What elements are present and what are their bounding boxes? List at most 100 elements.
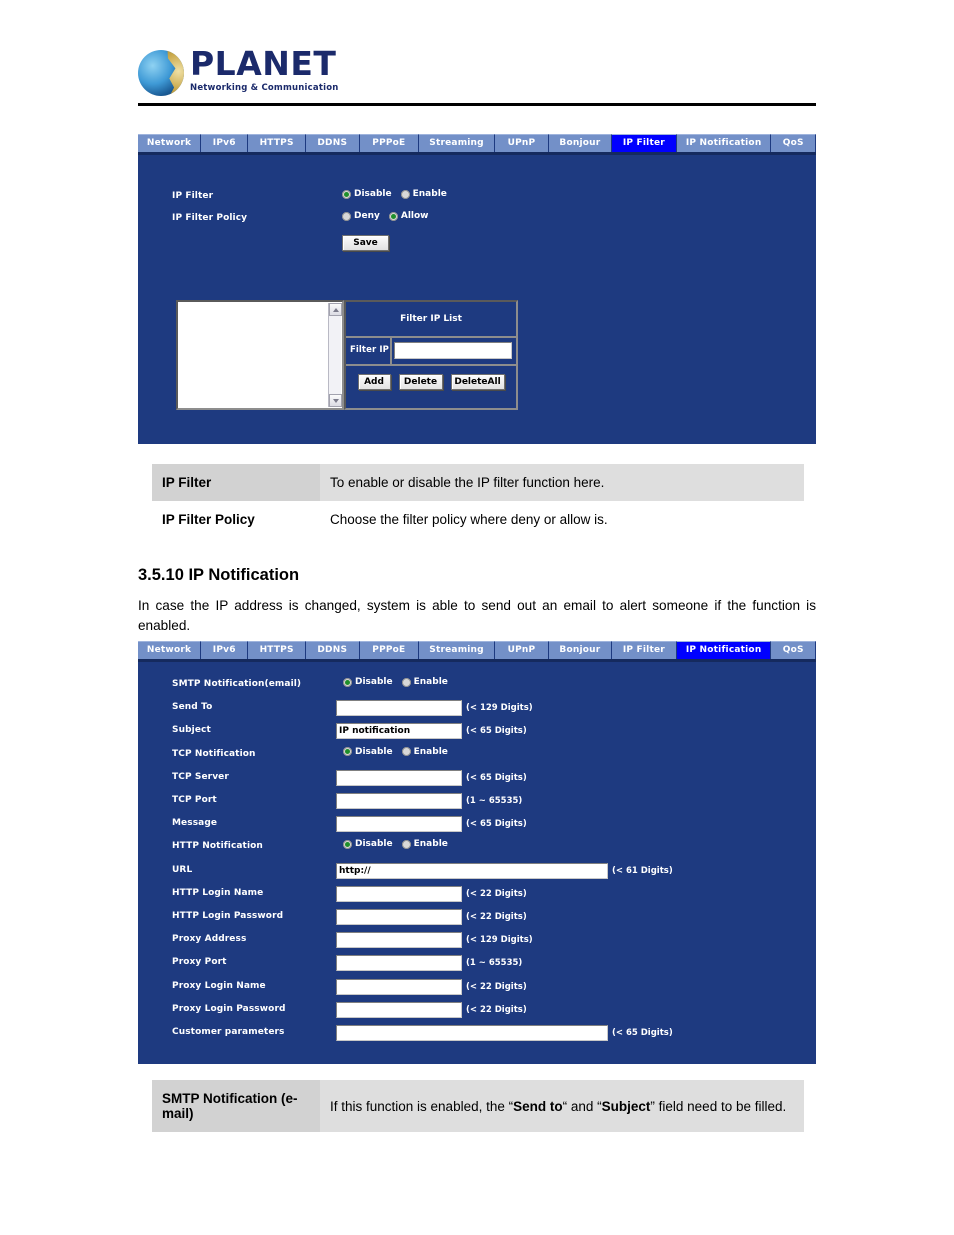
field-hint-http-login-name: (< 22 Digits) xyxy=(466,888,527,899)
nav-tab-upnp[interactable]: UPnP xyxy=(495,641,549,659)
nav-tab-ddns[interactable]: DDNS xyxy=(305,641,360,659)
input-proxy-login-password[interactable] xyxy=(336,1001,462,1018)
radio-label: Allow xyxy=(400,211,429,221)
radio-ip-filter-enable[interactable]: Enable xyxy=(400,189,447,199)
nav-tab-bonjour[interactable]: Bonjour xyxy=(548,134,612,152)
nav-tab-bonjour[interactable]: Bonjour xyxy=(548,641,612,659)
nav-tab-streaming[interactable]: Streaming xyxy=(419,134,496,152)
radio-label: Enable xyxy=(413,746,448,757)
input-tcp-port[interactable] xyxy=(336,793,462,809)
field-label-message: Message xyxy=(172,818,218,829)
filter-ip-input-row: Filter IP xyxy=(346,338,516,364)
desc-emphasis: Send to xyxy=(513,1098,563,1114)
add-button[interactable]: Add xyxy=(357,374,391,390)
nav-tab-ip-notification[interactable]: IP Notification xyxy=(676,134,772,152)
deleteall-button[interactable]: DeleteAll xyxy=(450,374,505,390)
input-http-login-name[interactable] xyxy=(336,885,462,902)
field-label-subject: Subject xyxy=(172,725,211,736)
nav-tab-ipv6[interactable]: IPv6 xyxy=(201,134,249,152)
radio-label: Disable xyxy=(355,746,393,757)
radio-tcp-notification-enable[interactable]: Enable xyxy=(401,746,448,757)
radio-dot-icon[interactable] xyxy=(401,839,411,849)
delete-button[interactable]: Delete xyxy=(398,374,443,390)
field-label-tcp-server: TCP Server xyxy=(172,771,229,782)
scroll-down-icon[interactable] xyxy=(329,394,342,407)
nav-tab-qos[interactable]: QoS xyxy=(771,134,816,152)
header-rule xyxy=(138,103,816,106)
ip-filter-radio-group[interactable]: Disable Enable xyxy=(342,189,447,199)
field-hint-proxy-login-name: (< 22 Digits) xyxy=(466,981,527,992)
field-hint-http-login-password: (< 22 Digits) xyxy=(466,912,527,922)
input-http-login-password[interactable] xyxy=(336,909,462,925)
nav-tab-ip-filter[interactable]: IP Filter xyxy=(611,134,677,152)
field-label-send-to: Send To xyxy=(172,702,213,713)
nav-tab-qos[interactable]: QoS xyxy=(771,641,816,659)
radio-dot-icon[interactable] xyxy=(342,211,351,221)
listbox-scrollbar[interactable] xyxy=(328,303,342,407)
nav-tab-ipv6[interactable]: IPv6 xyxy=(201,641,249,659)
filter-ip-list-title: Filter IP List xyxy=(400,314,462,324)
input-proxy-port[interactable] xyxy=(336,955,462,972)
desc-text: “ and “ xyxy=(562,1098,602,1114)
input-url[interactable] xyxy=(336,862,608,879)
ip-filter-form: IP Filter Disable Enable IP Filter Policy… xyxy=(138,155,816,444)
input-message[interactable] xyxy=(336,816,462,833)
radio-label: Disable xyxy=(355,839,393,850)
field-label-proxy-address: Proxy Address xyxy=(172,934,247,945)
nav-tab-https[interactable]: HTTPS xyxy=(248,641,306,659)
radio-dot-icon[interactable] xyxy=(400,189,410,199)
nav-tab-network[interactable]: Network xyxy=(138,134,202,152)
nav-tab-pppoe[interactable]: PPPoE xyxy=(359,641,420,659)
radio-dot-icon[interactable] xyxy=(343,747,352,757)
field-label-proxy-login-name: Proxy Login Name xyxy=(172,980,266,991)
radio-group-tcp-notification[interactable]: Disable Enable xyxy=(343,747,448,757)
filter-ip-input[interactable] xyxy=(394,342,512,359)
field-hint-url: (< 61 Digits) xyxy=(612,865,673,876)
radio-dot-icon[interactable] xyxy=(401,677,411,687)
nav-tab-pppoe[interactable]: PPPoE xyxy=(359,134,420,152)
radio-dot-icon[interactable] xyxy=(388,211,398,221)
field-hint-proxy-address: (< 129 Digits) xyxy=(466,935,533,946)
radio-dot-icon[interactable] xyxy=(343,839,352,849)
radio-dot-icon[interactable] xyxy=(343,677,352,687)
input-tcp-server[interactable] xyxy=(336,769,462,786)
nav-tab-ddns[interactable]: DDNS xyxy=(305,134,360,152)
nav-tabbar-ip-notification[interactable]: Network IPv6 HTTPS DDNS PPPoE Streaming UPnP Bo… xyxy=(138,641,816,659)
input-proxy-login-name[interactable] xyxy=(336,978,462,995)
filter-ip-list-box: Filter IP List Filter IP Add Delete Delete… xyxy=(344,300,518,410)
filter-ip-buttons[interactable]: Add Delete DeleteAll xyxy=(346,374,516,390)
radio-label: Enable xyxy=(413,677,448,687)
nav-tab-ip-filter[interactable]: IP Filter xyxy=(611,641,677,659)
save-button[interactable]: Save xyxy=(342,235,389,251)
filter-ip-listbox[interactable] xyxy=(176,300,344,410)
nav-tab-network[interactable]: Network xyxy=(138,641,202,659)
input-send-to[interactable] xyxy=(336,700,462,717)
radio-http-notification-disable[interactable]: Disable xyxy=(343,839,393,849)
nav-tab-ip-notification[interactable]: IP Notification xyxy=(676,641,772,659)
nav-tab-streaming[interactable]: Streaming xyxy=(419,641,496,659)
input-proxy-address[interactable] xyxy=(336,932,462,949)
radio-smtp-notification-email-disable[interactable]: Disable xyxy=(343,677,393,687)
radio-smtp-notification-email-enable[interactable]: Enable xyxy=(401,677,448,687)
nav-tab-upnp[interactable]: UPnP xyxy=(495,134,549,152)
ip-filter-policy-radio-group[interactable]: Deny Allow xyxy=(342,211,429,221)
radio-ip-filter-disable[interactable]: Disable xyxy=(342,189,392,199)
radio-label: Enable xyxy=(413,839,448,850)
brand-tagline: Networking & Communication xyxy=(190,83,339,93)
radio-ip-filter-policy-allow[interactable]: Allow xyxy=(388,211,429,221)
field-label-customer-parameters: Customer parameters xyxy=(172,1027,285,1037)
radio-dot-icon[interactable] xyxy=(342,189,351,199)
desc-text: If this function is enabled, the “ xyxy=(330,1098,514,1114)
radio-label: Disable xyxy=(355,677,393,687)
radio-tcp-notification-disable[interactable]: Disable xyxy=(343,747,393,757)
radio-dot-icon[interactable] xyxy=(401,747,411,757)
radio-http-notification-enable[interactable]: Enable xyxy=(401,839,448,850)
scroll-up-icon[interactable] xyxy=(329,303,342,316)
radio-group-smtp-notification-email[interactable]: Disable Enable xyxy=(343,677,448,687)
radio-ip-filter-policy-deny[interactable]: Deny xyxy=(342,211,380,221)
nav-tabbar-ip-filter[interactable]: Network IPv6 HTTPS DDNS PPPoE Streaming UPnP Bo… xyxy=(138,134,816,152)
input-customer-parameters[interactable] xyxy=(336,1025,608,1041)
input-subject[interactable] xyxy=(336,723,462,740)
radio-group-http-notification[interactable]: Disable Enable xyxy=(343,839,448,849)
nav-tab-https[interactable]: HTTPS xyxy=(248,134,306,152)
